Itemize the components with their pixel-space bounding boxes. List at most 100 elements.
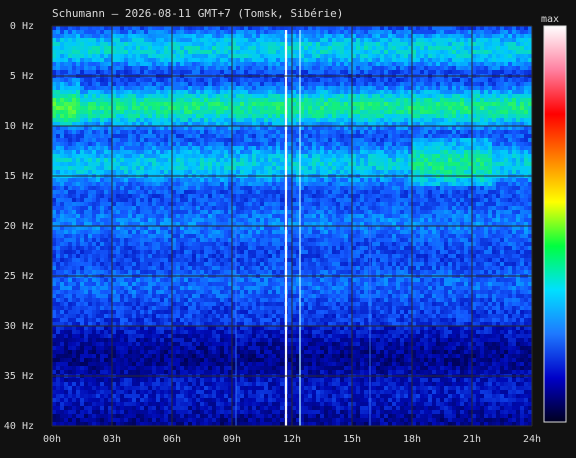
heatmap-cell <box>524 142 529 147</box>
heatmap-cell <box>352 154 357 159</box>
heatmap-cell <box>332 134 337 139</box>
heatmap-cell <box>144 118 149 123</box>
heatmap-cell <box>268 86 273 91</box>
heatmap-cell <box>180 62 185 67</box>
heatmap-cell <box>176 106 181 111</box>
heatmap-cell <box>376 42 381 47</box>
heatmap-cell <box>444 62 449 67</box>
heatmap-cell <box>304 102 309 107</box>
heatmap-cell <box>308 34 313 39</box>
heatmap-cell <box>308 50 313 55</box>
heatmap-cell <box>256 182 261 187</box>
heatmap-cell <box>372 50 377 55</box>
heatmap-cell <box>412 82 417 87</box>
heatmap-cell <box>512 30 517 35</box>
heatmap-cell <box>240 86 245 91</box>
heatmap-cell <box>516 162 521 167</box>
heatmap-cell <box>364 186 369 191</box>
heatmap-cell <box>200 82 205 87</box>
heatmap-cell <box>480 86 485 91</box>
heatmap-cell <box>280 102 285 107</box>
heatmap-cell <box>504 62 509 67</box>
heatmap-cell <box>252 114 257 119</box>
heatmap-cell <box>112 186 117 191</box>
heatmap-cell <box>352 126 357 131</box>
heatmap-cell <box>212 102 217 107</box>
heatmap-cell <box>64 118 69 123</box>
heatmap-cell <box>148 66 153 71</box>
heatmap-cell <box>504 38 509 43</box>
heatmap-cell <box>360 162 365 167</box>
heatmap-cell <box>428 46 433 51</box>
heatmap-cell <box>216 94 221 99</box>
heatmap-cell <box>120 54 125 59</box>
heatmap-cell <box>316 98 321 103</box>
heatmap-cell <box>404 86 409 91</box>
heatmap-cell <box>368 98 373 103</box>
heatmap-cell <box>380 138 385 143</box>
heatmap-cell <box>372 142 377 147</box>
heatmap-cell <box>360 154 365 159</box>
heatmap-cell <box>484 186 489 191</box>
heatmap-cell <box>148 42 153 47</box>
heatmap-cell <box>208 158 213 163</box>
heatmap-cell <box>136 106 141 111</box>
heatmap-cell <box>460 166 465 171</box>
heatmap-cell <box>312 138 317 143</box>
heatmap-cell <box>216 70 221 75</box>
heatmap-cell <box>96 66 101 71</box>
heatmap-cell <box>460 82 465 87</box>
heatmap-cell <box>452 82 457 87</box>
heatmap-cell <box>136 58 141 63</box>
heatmap-cell <box>492 158 497 163</box>
heatmap-cell <box>328 98 333 103</box>
heatmap-cell <box>128 114 133 119</box>
heatmap-cell <box>64 102 69 107</box>
heatmap-cell <box>364 146 369 151</box>
heatmap-cell <box>520 134 525 139</box>
heatmap-cell <box>400 82 405 87</box>
heatmap-cell <box>508 90 513 95</box>
heatmap-cell <box>452 130 457 135</box>
heatmap-cell <box>520 50 525 55</box>
heatmap-cell <box>324 102 329 107</box>
heatmap-cell <box>84 130 89 135</box>
heatmap-cell <box>496 114 501 119</box>
heatmap-cell <box>232 26 237 31</box>
heatmap-cell <box>124 114 129 119</box>
heatmap-cell <box>164 154 169 159</box>
heatmap-cell <box>464 150 469 155</box>
heatmap-cell <box>480 126 485 131</box>
heatmap-cell <box>60 90 65 95</box>
heatmap-cell <box>60 190 65 195</box>
heatmap-cell <box>336 186 341 191</box>
heatmap-cell <box>136 98 141 103</box>
heatmap-cell <box>424 142 429 147</box>
heatmap-cell <box>64 186 69 191</box>
heatmap-cell <box>420 118 425 123</box>
heatmap-cell <box>256 118 261 123</box>
heatmap-cell <box>236 46 241 51</box>
heatmap-cell <box>104 98 109 103</box>
heatmap-cell <box>396 142 401 147</box>
heatmap-cell <box>476 114 481 119</box>
heatmap-cell <box>132 50 137 55</box>
heatmap-cell <box>376 186 381 191</box>
heatmap-cell <box>476 70 481 75</box>
heatmap-cell <box>276 38 281 43</box>
heatmap-cell <box>400 30 405 35</box>
heatmap-cell <box>508 78 513 83</box>
heatmap-cell <box>96 150 101 155</box>
heatmap-cell <box>60 38 65 43</box>
heatmap-cell <box>220 118 225 123</box>
heatmap-cell <box>268 54 273 59</box>
heatmap-cell <box>356 34 361 39</box>
heatmap-cell <box>436 58 441 63</box>
heatmap-cell <box>200 42 205 47</box>
heatmap-cell <box>372 62 377 67</box>
heatmap-cell <box>316 46 321 51</box>
heatmap-cell <box>76 158 81 163</box>
heatmap-cell <box>136 118 141 123</box>
heatmap-cell <box>164 66 169 71</box>
heatmap-cell <box>196 82 201 87</box>
